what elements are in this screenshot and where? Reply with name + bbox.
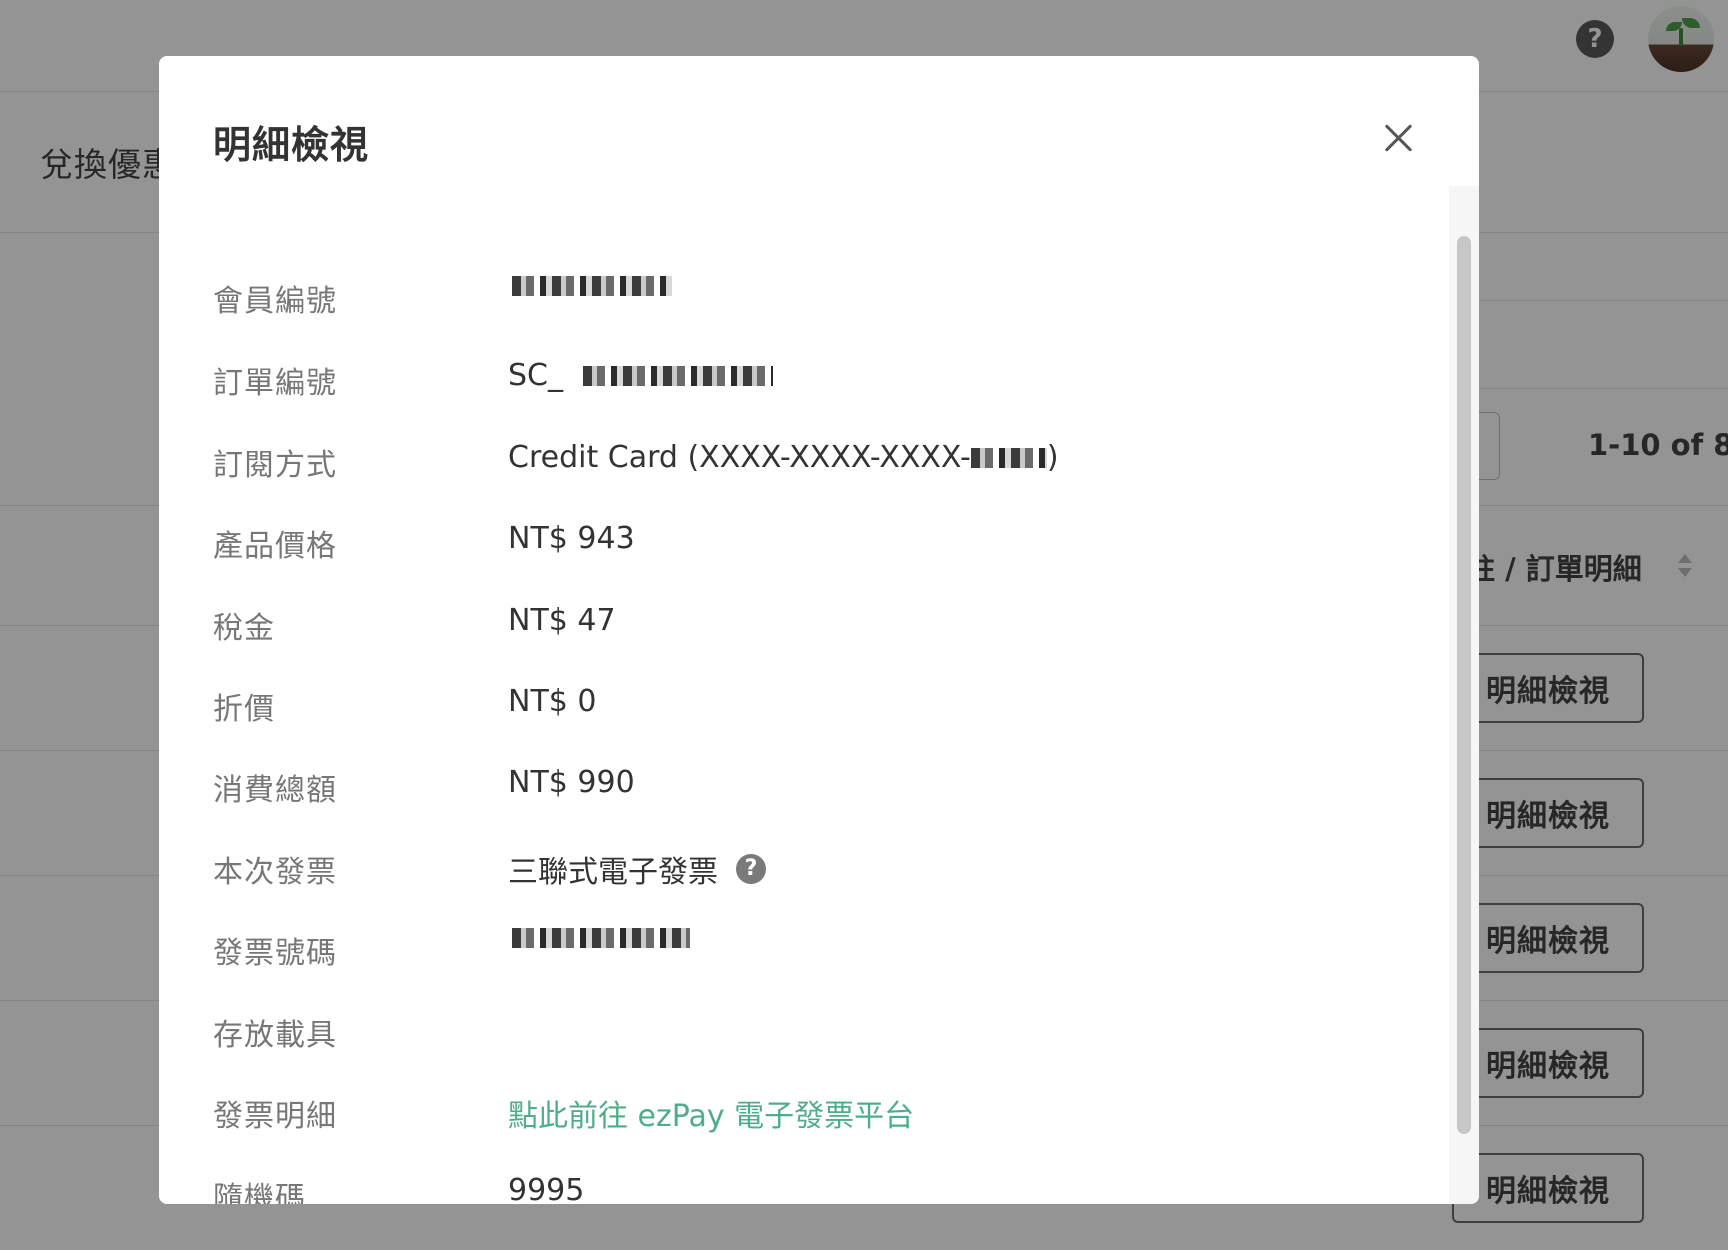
detail-row-random-code: 隨機碼 9995 [159,1159,1449,1204]
detail-modal: 明細檢視 會員編號 訂單編號 SC_ 訂閱方式 Credit Card (XXX… [159,56,1479,1204]
detail-row-invoice-number: 發票號碼 [159,914,1449,986]
detail-row-invoice-type: 本次發票 三聯式電子發票 ? [159,833,1449,905]
detail-row-total: 消費總額 NT$ 990 [159,751,1449,823]
detail-label: 訂閱方式 [213,448,337,483]
detail-label: 訂單編號 [213,366,337,401]
detail-row-payment-method: 訂閱方式 Credit Card (XXXX-XXXX-XXXX- ) [159,426,1449,498]
detail-label: 隨機碼 [213,1181,306,1204]
close-icon[interactable] [1377,116,1421,160]
order-id-text: SC_ [508,358,563,393]
detail-label: 發票號碼 [213,936,337,971]
redacted-mark [970,447,1047,468]
modal-body: 會員編號 訂單編號 SC_ 訂閱方式 Credit Card (XXXX-XXX… [159,186,1449,1204]
detail-label: 本次發票 [213,855,337,890]
payment-method-text: Credit Card (XXXX-XXXX-XXXX- [508,440,971,475]
detail-label: 產品價格 [213,529,337,564]
detail-row-discount: 折價 NT$ 0 [159,670,1449,742]
detail-row-product-price: 產品價格 NT$ 943 [159,507,1449,579]
detail-value [508,276,672,296]
detail-label: 會員編號 [213,284,337,319]
detail-row-carrier: 存放載具 [159,996,1449,1068]
question-circle-icon[interactable]: ? [736,854,766,884]
redacted-mark [512,928,690,948]
detail-value: 9995 [508,1173,585,1204]
detail-value [508,928,690,948]
detail-value: 三聯式電子發票 ? [508,847,766,891]
detail-row-tax: 稅金 NT$ 47 [159,589,1449,661]
detail-label: 稅金 [213,611,275,646]
detail-row-order-id: 訂單編號 SC_ [159,344,1449,416]
modal-scrollbar-thumb[interactable] [1457,236,1471,1134]
detail-value: NT$ 0 [508,684,597,719]
modal-title: 明細檢視 [213,123,370,167]
detail-row-invoice-detail: 發票明細 點此前往 ezPay 電子發票平台 [159,1077,1449,1149]
detail-row-member-id: 會員編號 [159,262,1449,334]
ezpay-invoice-link[interactable]: 點此前往 ezPay 電子發票平台 [508,1091,914,1135]
detail-label: 存放載具 [213,1018,337,1053]
detail-value: NT$ 990 [508,765,635,800]
payment-method-suffix: ) [1046,440,1059,475]
redacted-mark [583,365,773,386]
detail-label: 消費總額 [213,773,337,808]
redacted-mark [512,276,672,296]
invoice-type-text: 三聯式電子發票 [508,855,718,890]
detail-value: SC_ [508,358,773,393]
detail-label: 發票明細 [213,1099,337,1134]
detail-value: Credit Card (XXXX-XXXX-XXXX- ) [508,440,1059,475]
detail-value: NT$ 47 [508,603,616,638]
detail-label: 折價 [213,692,275,727]
detail-value: NT$ 943 [508,521,635,556]
